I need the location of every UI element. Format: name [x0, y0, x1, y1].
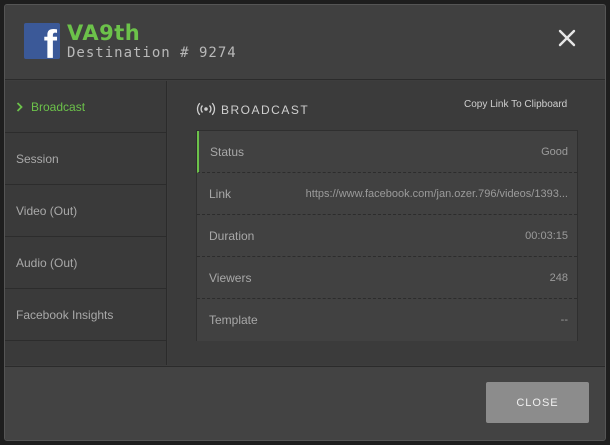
dialog-footer: CLOSE [5, 366, 605, 440]
sidebar-item-label: Facebook Insights [16, 308, 114, 322]
close-icon[interactable] [556, 27, 578, 49]
link-value[interactable]: https://www.facebook.com/jan.ozer.796/vi… [306, 173, 568, 215]
sidebar: Broadcast Session Video (Out) Audio (Out… [5, 81, 167, 365]
destination-number: Destination # 9274 [67, 45, 237, 61]
dialog-header: f VA9th Destination # 9274 [5, 5, 605, 80]
row-label: Link [209, 187, 232, 201]
sidebar-item-label: Audio (Out) [16, 256, 78, 270]
table-row-link: Link https://www.facebook.com/jan.ozer.7… [197, 173, 577, 215]
template-value: -- [560, 314, 568, 326]
destination-dialog: f VA9th Destination # 9274 Broadcast Ses… [4, 4, 606, 441]
sidebar-item-broadcast[interactable]: Broadcast [5, 81, 166, 133]
row-label: Template [209, 313, 258, 327]
duration-value: 00:03:15 [525, 230, 568, 242]
close-button[interactable]: CLOSE [486, 382, 589, 423]
table-row-template: Template -- [197, 299, 577, 341]
table-row-duration: Duration 00:03:15 [197, 215, 577, 257]
sidebar-item-label: Broadcast [31, 100, 86, 114]
sidebar-item-audio-out[interactable]: Audio (Out) [5, 237, 166, 289]
chevron-right-icon [16, 102, 23, 112]
status-value: Good [541, 146, 568, 158]
copy-link-button[interactable]: Copy Link To Clipboard [464, 99, 567, 110]
section-title: BROADCAST [221, 103, 310, 117]
broadcast-panel: BROADCAST Copy Link To Clipboard Status … [168, 81, 605, 365]
facebook-logo-icon: f [24, 23, 60, 59]
sidebar-item-facebook-insights[interactable]: Facebook Insights [5, 289, 166, 341]
broadcast-icon [196, 102, 216, 116]
sidebar-item-label: Video (Out) [16, 204, 78, 218]
facebook-logo-letter: f [43, 23, 57, 59]
row-label: Viewers [209, 271, 252, 285]
sidebar-item-video-out[interactable]: Video (Out) [5, 185, 166, 237]
sidebar-item-label: Session [16, 152, 59, 166]
destination-title: VA9th [67, 21, 141, 45]
broadcast-info-table: Status Good Link https://www.facebook.co… [196, 130, 578, 341]
viewers-value: 248 [549, 272, 568, 284]
row-label: Duration [209, 229, 255, 243]
table-row-viewers: Viewers 248 [197, 257, 577, 299]
table-row-status: Status Good [197, 131, 577, 173]
sidebar-item-session[interactable]: Session [5, 133, 166, 185]
row-label: Status [210, 145, 245, 159]
